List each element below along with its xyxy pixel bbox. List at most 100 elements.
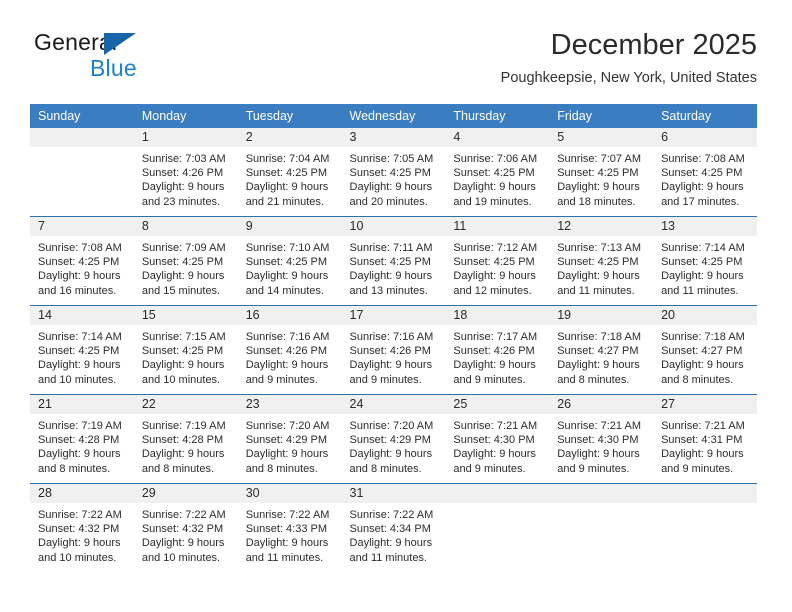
day-cell-4[interactable]: 4 Sunrise: 7:06 AM Sunset: 4:25 PM Daylight… — [445, 128, 550, 216]
daylight-text-line1: Daylight: 9 hours — [245, 359, 329, 372]
day-number — [653, 484, 757, 503]
sunset-text: Sunset: 4:25 PM — [661, 256, 743, 269]
weekday-header-thursday: Thursday — [445, 104, 550, 128]
sunset-text: Sunset: 4:25 PM — [141, 256, 224, 269]
day-number: 31 — [341, 484, 446, 503]
sunrise-text: Sunrise: 7:20 AM — [245, 420, 330, 432]
day-cell-22[interactable]: 22 Sunrise: 7:19 AM Sunset: 4:28 PM Dayligh… — [133, 395, 238, 483]
day-cell-2[interactable]: 2 Sunrise: 7:04 AM Sunset: 4:25 PM Daylight… — [237, 128, 342, 216]
calendar-grid-wrapper: Sunday Monday Tuesday Wednesday Thursday Frid… — [30, 104, 757, 572]
day-cell-21[interactable]: 21 Sunrise: 7:19 AM Sunset: 4:28 PM Dayligh… — [30, 395, 134, 483]
daylight-text-line1: Daylight: 9 hours — [349, 359, 433, 372]
day-cell-25[interactable]: 25 Sunrise: 7:21 AM Sunset: 4:30 PM Dayligh… — [445, 395, 550, 483]
calendar-table: Sunday Monday Tuesday Wednesday Thursday Frid… — [30, 104, 757, 572]
day-cell-30[interactable]: 30 Sunrise: 7:22 AM Sunset: 4:33 PM Dayligh… — [237, 484, 342, 572]
calendar-day-cell: 5 Sunrise: 7:07 AM Sunset: 4:25 PM Daylight… — [549, 128, 654, 217]
day-cell-29[interactable]: 29 Sunrise: 7:22 AM Sunset: 4:32 PM Dayligh… — [133, 484, 238, 572]
weekday-header-wednesday: Wednesday — [341, 104, 446, 128]
day-details: Sunrise: 7:14 AM Sunset: 4:25 PM Daylight:… — [30, 325, 134, 387]
sunrise-text: Sunrise: 7:13 AM — [557, 242, 641, 254]
daylight-text-line2: and 10 minutes. — [38, 551, 117, 564]
daylight-text-line2: and 8 minutes. — [661, 373, 734, 386]
day-cell-20[interactable]: 20 Sunrise: 7:18 AM Sunset: 4:27 PM Dayligh… — [653, 306, 757, 394]
day-number: 27 — [653, 395, 757, 414]
day-cell-31[interactable]: 31 Sunrise: 7:22 AM Sunset: 4:34 PM Dayligh… — [341, 484, 446, 572]
calendar-day-cell: 15 Sunrise: 7:15 AM Sunset: 4:25 PM Dayligh… — [133, 305, 238, 395]
sunrise-text: Sunrise: 7:21 AM — [557, 420, 641, 432]
sunset-text: Sunset: 4:31 PM — [661, 434, 743, 447]
day-cell-19[interactable]: 19 Sunrise: 7:18 AM Sunset: 4:27 PM Dayligh… — [549, 306, 654, 394]
weekday-header-saturday: Saturday — [653, 104, 757, 128]
weekday-header-sunday: Sunday — [30, 104, 134, 128]
daylight-text-line1: Daylight: 9 hours — [661, 181, 744, 194]
calendar-day-cell: 4 Sunrise: 7:06 AM Sunset: 4:25 PM Daylight… — [445, 128, 550, 217]
day-cell-7[interactable]: 7 Sunrise: 7:08 AM Sunset: 4:25 PM Daylight… — [30, 217, 134, 305]
sunset-text: Sunset: 4:26 PM — [453, 345, 535, 358]
brand-logo[interactable]: General Blue — [34, 31, 264, 85]
sunrise-text: Sunrise: 7:16 AM — [349, 331, 434, 343]
day-number: 2 — [237, 128, 342, 147]
day-details: Sunrise: 7:14 AM Sunset: 4:25 PM Daylight:… — [653, 236, 757, 298]
day-number: 13 — [653, 217, 757, 236]
day-number — [445, 484, 550, 503]
day-details: Sunrise: 7:19 AM Sunset: 4:28 PM Daylight:… — [134, 414, 238, 476]
day-cell-17[interactable]: 17 Sunrise: 7:16 AM Sunset: 4:26 PM Dayligh… — [341, 306, 446, 394]
day-cell-3[interactable]: 3 Sunrise: 7:05 AM Sunset: 4:25 PM Daylight… — [341, 128, 446, 216]
daylight-text-line2: and 14 minutes. — [245, 284, 324, 297]
sunrise-text: Sunrise: 7:18 AM — [661, 331, 745, 343]
calendar-day-cell: 7 Sunrise: 7:08 AM Sunset: 4:25 PM Daylight… — [30, 216, 134, 306]
daylight-text-line1: Daylight: 9 hours — [245, 537, 329, 550]
day-cell-8[interactable]: 8 Sunrise: 7:09 AM Sunset: 4:25 PM Daylight… — [133, 217, 238, 305]
daylight-text-line2: and 8 minutes. — [141, 462, 214, 475]
calendar-day-cell: 25 Sunrise: 7:21 AM Sunset: 4:30 PM Dayligh… — [445, 394, 550, 484]
day-details: Sunrise: 7:22 AM Sunset: 4:33 PM Daylight:… — [238, 503, 342, 565]
day-cell-9[interactable]: 9 Sunrise: 7:10 AM Sunset: 4:25 PM Daylight… — [237, 217, 342, 305]
day-cell-23[interactable]: 23 Sunrise: 7:20 AM Sunset: 4:29 PM Dayligh… — [237, 395, 342, 483]
sunrise-text: Sunrise: 7:08 AM — [38, 242, 122, 254]
calendar-day-cell: 8 Sunrise: 7:09 AM Sunset: 4:25 PM Daylight… — [133, 216, 238, 306]
day-cell-26[interactable]: 26 Sunrise: 7:21 AM Sunset: 4:30 PM Dayligh… — [549, 395, 654, 483]
sunset-text: Sunset: 4:26 PM — [245, 345, 328, 358]
day-cell-10[interactable]: 10 Sunrise: 7:11 AM Sunset: 4:25 PM Dayligh… — [341, 217, 446, 305]
day-cell-15[interactable]: 15 Sunrise: 7:15 AM Sunset: 4:25 PM Dayligh… — [133, 306, 238, 394]
sunset-text: Sunset: 4:27 PM — [557, 345, 639, 358]
day-cell-11[interactable]: 11 Sunrise: 7:12 AM Sunset: 4:25 PM Dayligh… — [445, 217, 550, 305]
daylight-text-line2: and 20 minutes. — [349, 195, 428, 208]
day-number: 21 — [30, 395, 134, 414]
brand-triangle-icon — [104, 33, 136, 55]
sunrise-text: Sunrise: 7:18 AM — [557, 331, 641, 343]
day-cell-24[interactable]: 24 Sunrise: 7:20 AM Sunset: 4:29 PM Dayligh… — [341, 395, 446, 483]
day-cell-27[interactable]: 27 Sunrise: 7:21 AM Sunset: 4:31 PM Dayligh… — [653, 395, 757, 483]
day-cell-5[interactable]: 5 Sunrise: 7:07 AM Sunset: 4:25 PM Daylight… — [549, 128, 654, 216]
day-cell-16[interactable]: 16 Sunrise: 7:16 AM Sunset: 4:26 PM Dayligh… — [237, 306, 342, 394]
sunrise-text: Sunrise: 7:05 AM — [349, 153, 434, 165]
daylight-text-line2: and 9 minutes. — [557, 462, 630, 475]
day-number: 8 — [133, 217, 238, 236]
day-cell-18[interactable]: 18 Sunrise: 7:17 AM Sunset: 4:26 PM Dayligh… — [445, 306, 550, 394]
sunset-text: Sunset: 4:25 PM — [557, 256, 639, 269]
daylight-text-line1: Daylight: 9 hours — [245, 448, 329, 461]
day-cell-12[interactable]: 12 Sunrise: 7:13 AM Sunset: 4:25 PM Dayligh… — [549, 217, 654, 305]
calendar-week-row: 7 Sunrise: 7:08 AM Sunset: 4:25 PM Daylight… — [30, 216, 757, 306]
day-cell-1[interactable]: 1 Sunrise: 7:03 AM Sunset: 4:26 PM Daylight… — [133, 128, 238, 216]
day-details: Sunrise: 7:21 AM Sunset: 4:30 PM Daylight:… — [445, 414, 549, 476]
sunrise-text: Sunrise: 7:20 AM — [349, 420, 434, 432]
day-number — [549, 484, 654, 503]
daylight-text-line1: Daylight: 9 hours — [349, 537, 433, 550]
day-cell-6[interactable]: 6 Sunrise: 7:08 AM Sunset: 4:25 PM Daylight… — [653, 128, 757, 216]
day-cell-13[interactable]: 13 Sunrise: 7:14 AM Sunset: 4:25 PM Dayligh… — [653, 217, 757, 305]
calendar-day-cell: 16 Sunrise: 7:16 AM Sunset: 4:26 PM Dayligh… — [237, 305, 342, 395]
daylight-text-line1: Daylight: 9 hours — [141, 448, 225, 461]
day-cell-14[interactable]: 14 Sunrise: 7:14 AM Sunset: 4:25 PM Dayligh… — [30, 306, 134, 394]
day-details: Sunrise: 7:10 AM Sunset: 4:25 PM Daylight:… — [238, 236, 342, 298]
sunset-text: Sunset: 4:33 PM — [245, 523, 328, 536]
day-details: Sunrise: 7:17 AM Sunset: 4:26 PM Daylight:… — [445, 325, 549, 387]
calendar-day-cell: 26 Sunrise: 7:21 AM Sunset: 4:30 PM Dayligh… — [549, 394, 654, 484]
day-number: 14 — [30, 306, 134, 325]
day-cell-28[interactable]: 28 Sunrise: 7:22 AM Sunset: 4:32 PM Dayligh… — [30, 484, 134, 572]
day-details: Sunrise: 7:21 AM Sunset: 4:31 PM Daylight:… — [653, 414, 757, 476]
daylight-text-line2: and 12 minutes. — [453, 284, 532, 297]
daylight-text-line2: and 13 minutes. — [349, 284, 428, 297]
calendar-day-cell: 12 Sunrise: 7:13 AM Sunset: 4:25 PM Dayligh… — [549, 216, 654, 306]
daylight-text-line2: and 8 minutes. — [245, 462, 318, 475]
